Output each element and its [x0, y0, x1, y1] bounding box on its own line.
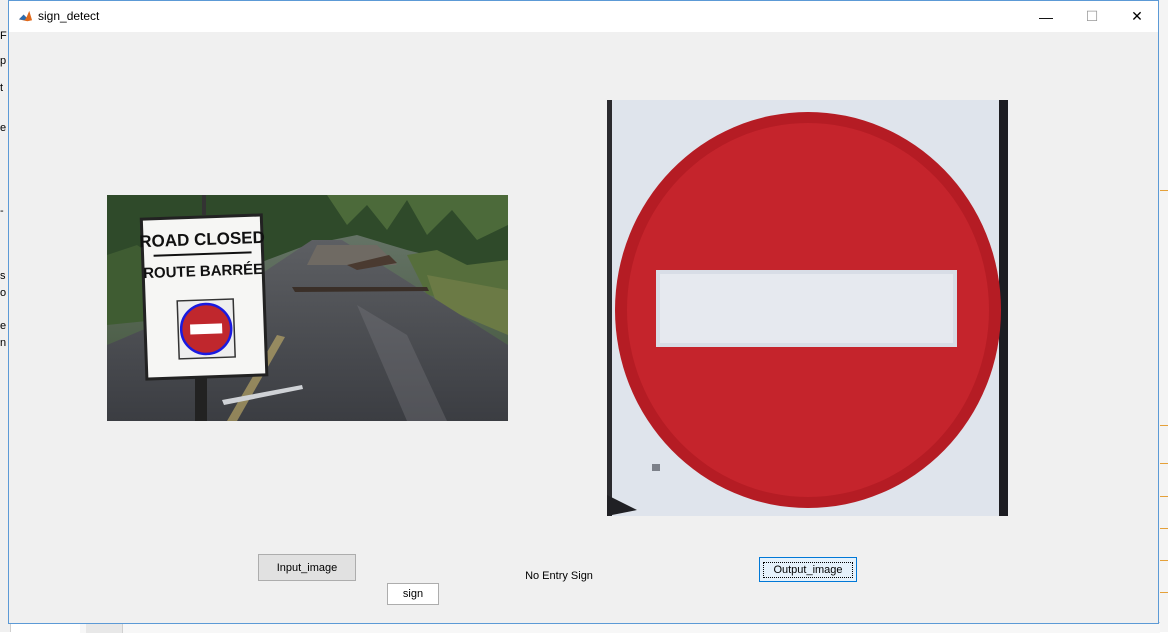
- input-image-axes: ROAD CLOSED ROUTE BARRÉE: [107, 195, 508, 421]
- sign-button[interactable]: sign: [387, 583, 439, 605]
- maximize-icon[interactable]: ☐: [1069, 1, 1115, 32]
- figure-window: sign_detect — ☐ ✕ ROAD CLOSED ROUTE BARR…: [8, 0, 1159, 624]
- output-image-button-label: Output_image: [763, 561, 853, 578]
- result-label: No Entry Sign: [525, 570, 593, 582]
- output-image-button[interactable]: Output_image: [759, 557, 857, 582]
- output-image-axes: [607, 100, 1008, 516]
- input-image-button[interactable]: Input_image: [258, 554, 356, 581]
- matlab-icon: [18, 9, 33, 24]
- title-bar[interactable]: sign_detect — ☐ ✕: [9, 1, 1158, 32]
- road-closed-photo: ROAD CLOSED ROUTE BARRÉE: [107, 195, 508, 421]
- close-icon[interactable]: ✕: [1114, 1, 1160, 32]
- window-title: sign_detect: [38, 9, 100, 23]
- no-entry-sign-crop: [607, 100, 1008, 516]
- minimize-icon[interactable]: —: [1023, 1, 1069, 32]
